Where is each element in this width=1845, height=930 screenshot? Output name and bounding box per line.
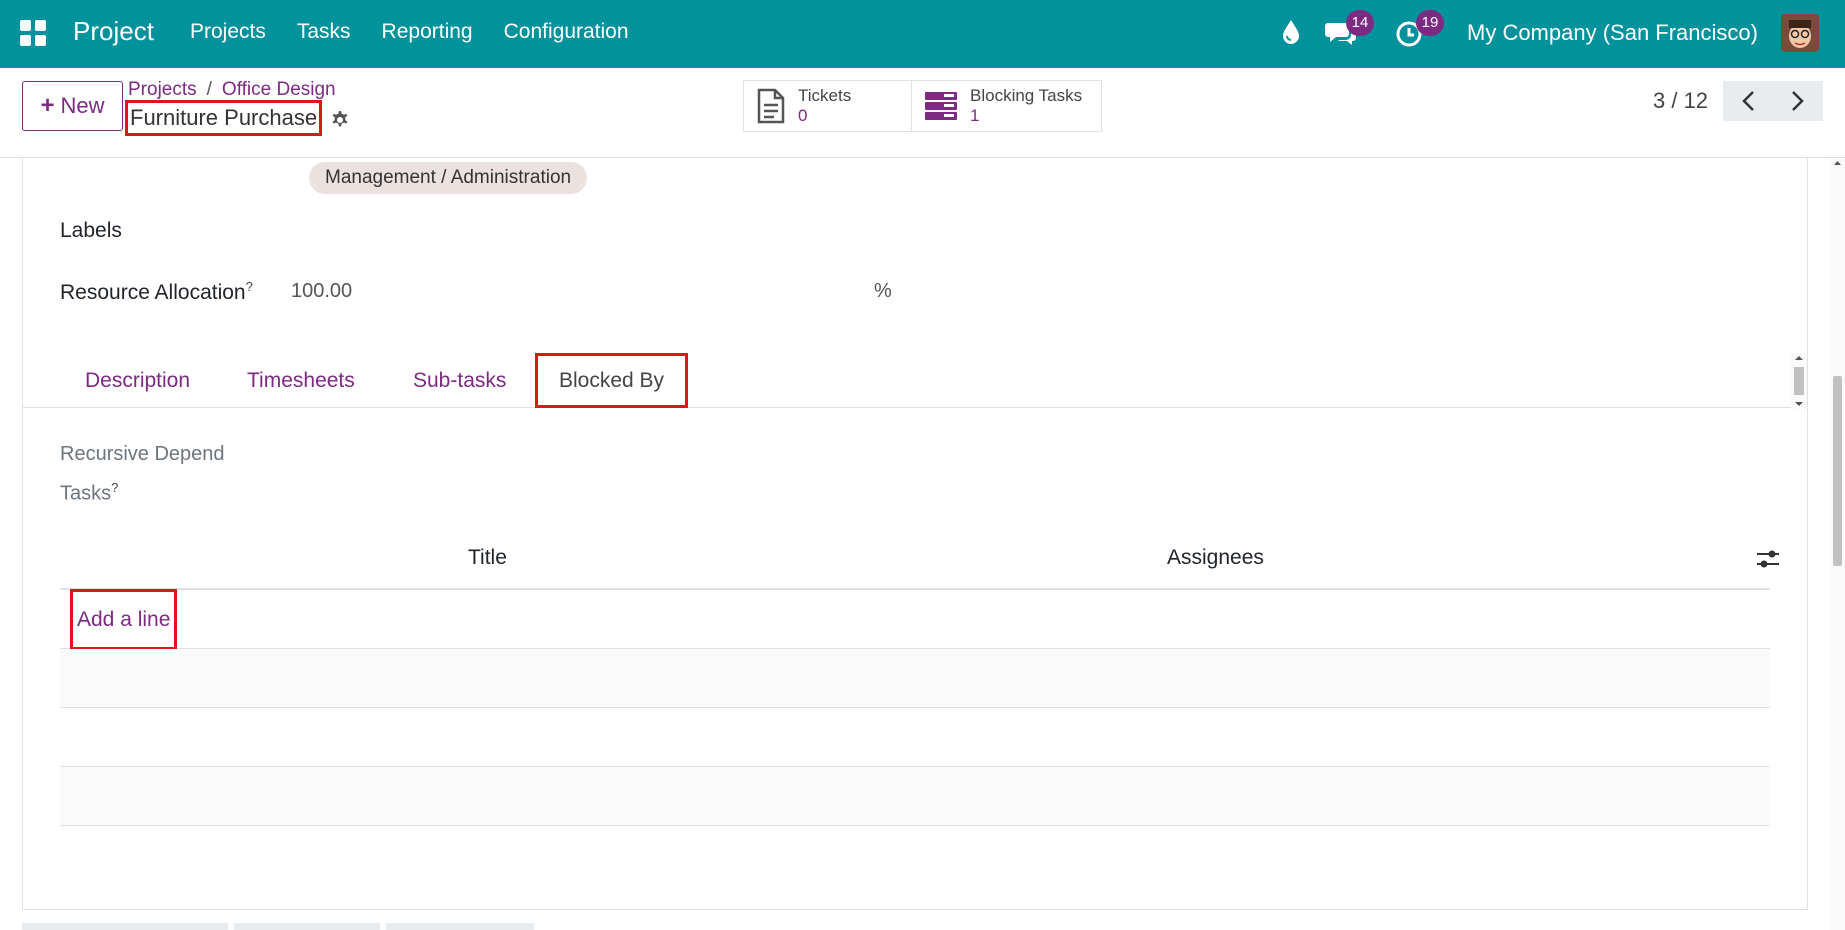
control-panel: + New Projects / Office Design Furniture P…: [0, 68, 1845, 158]
scroll-up-icon: [1834, 161, 1841, 165]
recursive-label-line1: Recursive Depend: [60, 443, 225, 465]
breadcrumb-projects[interactable]: Projects: [128, 79, 197, 100]
menu-reporting[interactable]: Reporting: [382, 20, 473, 44]
chatter-button[interactable]: [22, 923, 228, 930]
chatter-button[interactable]: [386, 923, 534, 930]
pager-value[interactable]: 3 / 12: [1653, 88, 1708, 114]
smart-buttons: Tickets 0 Blocking Tasks 1: [743, 80, 1102, 132]
resource-allocation-label-text: Resource Allocation: [60, 281, 246, 304]
user-avatar[interactable]: [1781, 14, 1819, 52]
new-button[interactable]: + New: [22, 81, 123, 131]
scroll-down-icon: [1795, 402, 1803, 406]
table-row: Add a line: [60, 589, 1770, 650]
menu-tasks[interactable]: Tasks: [297, 20, 351, 44]
app-title[interactable]: Project: [73, 16, 154, 47]
messages-count-badge: 14: [1346, 10, 1374, 36]
breadcrumb-office-design[interactable]: Office Design: [222, 79, 336, 100]
add-a-line-link[interactable]: Add a line: [70, 589, 178, 650]
tab-timesheets[interactable]: Timesheets: [247, 353, 355, 408]
recursive-label-line2: Tasks: [60, 482, 112, 505]
notebook-tabs: Description Timesheets Sub-tasks Blocked…: [23, 353, 1807, 408]
resource-allocation-input[interactable]: 100.00: [291, 280, 352, 303]
plus-icon: +: [40, 92, 55, 119]
tickets-label: Tickets: [798, 86, 852, 105]
menu-configuration[interactable]: Configuration: [504, 20, 629, 44]
tabs-scrollbar-thumb[interactable]: [1794, 367, 1804, 395]
table-row: [60, 649, 1770, 708]
record-title: Furniture Purchase: [125, 100, 323, 136]
blocked-by-table: Title Assignees Add a line: [60, 528, 1779, 826]
labels-field-label: Labels: [60, 219, 122, 242]
chevron-right-icon: [1792, 91, 1804, 111]
help-tooltip-icon[interactable]: ?: [111, 480, 118, 495]
menu-projects[interactable]: Projects: [190, 20, 266, 44]
breadcrumb-separator: /: [206, 79, 212, 100]
table-row: [60, 767, 1770, 826]
document-icon: [757, 88, 785, 124]
scroll-up-icon: [1795, 356, 1803, 360]
column-title[interactable]: Title: [468, 546, 507, 570]
tickets-smart-button[interactable]: Tickets 0: [743, 80, 912, 132]
chatter-buttons: [22, 923, 534, 930]
tab-description[interactable]: Description: [85, 353, 190, 408]
gear-icon[interactable]: [327, 108, 351, 132]
tab-sub-tasks[interactable]: Sub-tasks: [413, 353, 506, 408]
main-menu: Projects Tasks Reporting Configuration: [190, 20, 629, 44]
tag-pill[interactable]: Management / Administration: [309, 162, 588, 194]
tasks-stack-icon: [925, 92, 957, 120]
table-header: Title Assignees: [60, 528, 1779, 590]
form-sheet: Management / Administration Labels Resou…: [22, 158, 1808, 910]
tabs-scrollbar[interactable]: [1791, 353, 1807, 409]
resource-allocation-label: Resource Allocation?: [60, 279, 253, 305]
pager-previous-button[interactable]: [1723, 81, 1773, 121]
recursive-dependent-tasks-label: Recursive Depend Tasks?: [60, 438, 225, 511]
help-tooltip-icon[interactable]: ?: [246, 279, 253, 294]
pager-next-button[interactable]: [1773, 81, 1823, 121]
table-row: [60, 708, 1770, 767]
blocking-tasks-label: Blocking Tasks: [970, 86, 1083, 105]
chatter-button[interactable]: [234, 923, 380, 930]
tickets-count: 0: [798, 106, 808, 125]
company-switcher[interactable]: My Company (San Francisco): [1467, 20, 1758, 46]
chevron-left-icon: [1742, 91, 1754, 111]
blocking-tasks-smart-button[interactable]: Blocking Tasks 1: [912, 80, 1102, 132]
blocking-tasks-count: 1: [970, 106, 980, 125]
activities-count-badge: 19: [1416, 10, 1444, 36]
tab-blocked-by[interactable]: Blocked By: [535, 353, 689, 408]
optional-columns-icon[interactable]: [1755, 546, 1781, 572]
water-drop-icon[interactable]: [1280, 18, 1302, 46]
page-scrollbar[interactable]: [1830, 158, 1845, 930]
apps-menu-icon[interactable]: [20, 20, 46, 46]
top-navbar: Project Projects Tasks Reporting Configu…: [0, 0, 1845, 68]
column-assignees[interactable]: Assignees: [1167, 546, 1264, 570]
new-button-label: New: [60, 93, 105, 118]
resource-allocation-unit: %: [874, 280, 892, 302]
page-scrollbar-thumb[interactable]: [1833, 376, 1842, 566]
breadcrumb: Projects / Office Design: [128, 79, 336, 101]
